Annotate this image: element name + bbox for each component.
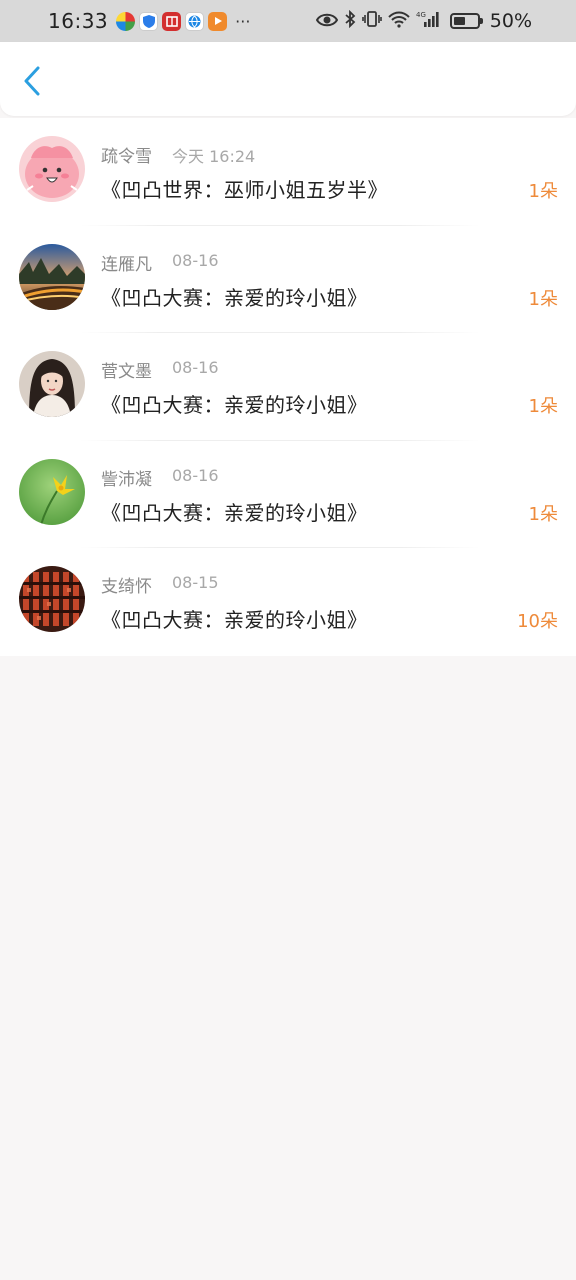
flower-count: 1朵 [528,396,558,417]
list-item[interactable]: 疏令雪 今天 16:24 《凹凸世界：巫师小姐五岁半》 1朵 [0,118,576,226]
timestamp: 08-16 [172,358,219,377]
timestamp: 08-15 [172,573,219,592]
timestamp: 08-16 [172,465,219,485]
status-time: 16:33 [48,9,109,33]
flower-count: 1朵 [528,288,558,310]
list-item[interactable]: 连雁凡 08-16 《凹凸大赛：亲爱的玲小姐》 1朵 [0,226,576,333]
book-title[interactable]: 《凹凸大赛：亲爱的玲小姐》 [101,282,368,311]
list-item[interactable]: 菅文墨 08-16 《凹凸大赛：亲爱的玲小姐》 1朵 [0,333,576,441]
girl-photo-avatar[interactable] [19,351,85,417]
status-bar: 16:33 ··· 4G 50% [0,0,576,42]
book-title[interactable]: 《凹凸大赛：亲爱的玲小姐》 [101,497,368,526]
user-name[interactable]: 菅文墨 [101,357,152,382]
yellow-flower-avatar[interactable] [19,458,85,525]
signal-icon: 4G [416,10,442,32]
cartoon-avatar[interactable] [19,136,85,202]
colorwheel-app-icon [116,11,136,31]
vibrate-icon [361,10,382,32]
flower-count: 1朵 [528,503,558,525]
chevron-left-icon [24,66,40,96]
user-name[interactable]: 疏令雪 [101,142,152,167]
book-title[interactable]: 《凹凸大赛：亲爱的玲小姐》 [101,604,368,633]
user-name[interactable]: 支绮怀 [101,572,152,597]
more-notifications-icon: ··· [235,11,251,31]
play-app-icon [208,11,228,31]
wifi-icon [388,11,410,32]
battery-level [453,17,465,25]
battery-icon [449,13,483,29]
red-pattern-avatar[interactable] [19,566,85,632]
flower-count: 10朵 [517,611,558,632]
eye-icon [315,12,338,31]
book-title[interactable]: 《凹凸世界：巫师小姐五岁半》 [101,174,388,203]
timestamp: 今天 16:24 [172,147,256,166]
system-indicators: 4G 50% [315,0,532,42]
battery-percent: 50% [489,10,532,32]
user-name[interactable]: 訾沛凝 [101,465,152,490]
bluetooth-icon [344,9,356,32]
road-sunset-avatar[interactable] [19,243,85,310]
back-button[interactable] [18,64,46,98]
book-title[interactable]: 《凹凸大赛：亲爱的玲小姐》 [101,389,368,418]
notification-icons: ··· [116,11,251,31]
user-name[interactable]: 连雁凡 [101,250,152,275]
top-nav-bar [0,42,576,116]
globe-app-icon [185,11,205,31]
timestamp: 08-16 [172,250,219,270]
list-item[interactable]: 支绮怀 08-15 《凹凸大赛：亲爱的玲小姐》 10朵 [0,548,576,656]
list-item[interactable]: 訾沛凝 08-16 《凹凸大赛：亲爱的玲小姐》 1朵 [0,441,576,548]
flower-count: 1朵 [528,181,558,202]
book-app-icon [162,11,182,31]
shield-app-icon [139,11,159,31]
flower-gift-list: 疏令雪 今天 16:24 《凹凸世界：巫师小姐五岁半》 1朵 连雁凡 08-16… [0,118,576,656]
svg-text:4G: 4G [416,11,426,19]
